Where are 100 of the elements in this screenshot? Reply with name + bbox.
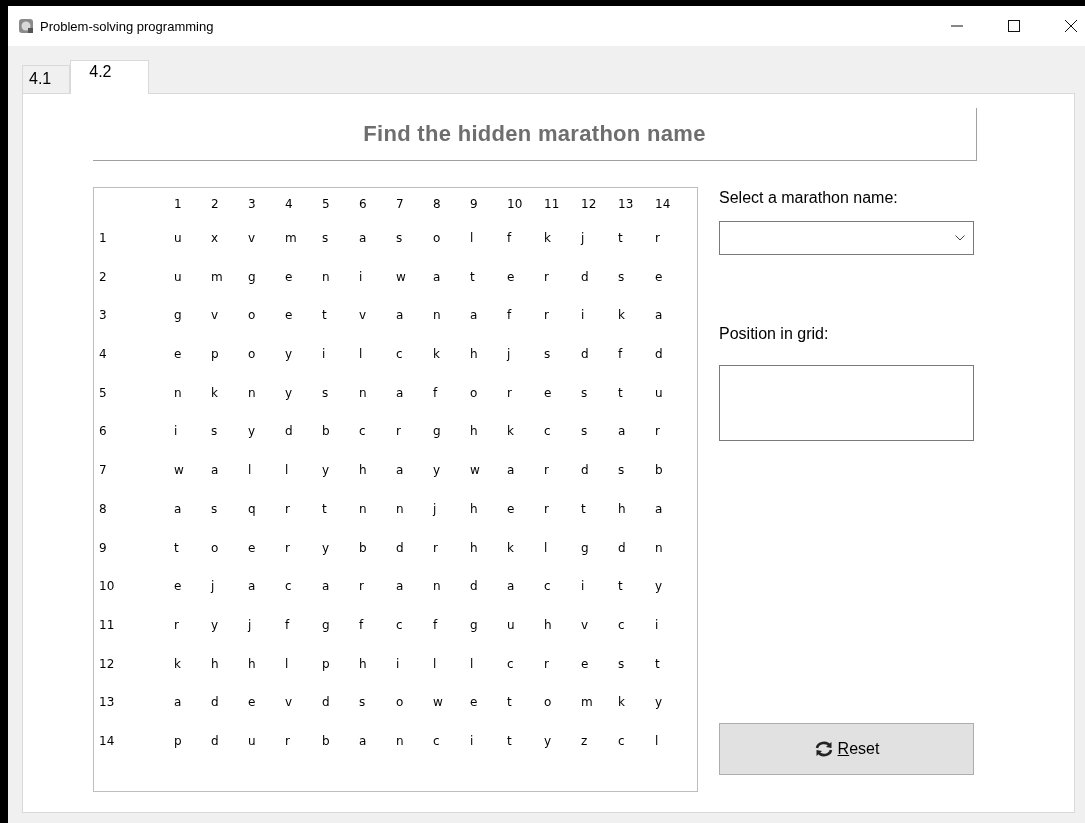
grid-letter: j	[248, 617, 253, 634]
app-icon	[18, 18, 34, 34]
grid-letter: e	[507, 269, 516, 286]
marathon-dropdown[interactable]	[719, 221, 974, 255]
grid-letter: p	[174, 733, 183, 750]
grid-letter: f	[618, 347, 624, 364]
grid-letter: a	[359, 733, 368, 750]
grid-letter: k	[544, 231, 552, 247]
grid-letter: j	[211, 579, 216, 596]
grid-letter: o	[396, 695, 405, 712]
grid-letter: i	[470, 733, 475, 750]
grid-letter: v	[359, 308, 368, 325]
grid-letter: c	[618, 617, 626, 634]
grid-letter: t	[507, 695, 513, 712]
grid-letter: j	[581, 231, 586, 247]
grid-letter: a	[470, 308, 479, 325]
grid-letter: w	[396, 269, 407, 286]
grid-letter: r	[396, 424, 402, 441]
grid-letter: g	[581, 540, 590, 557]
grid-letter: f	[433, 385, 439, 402]
grid-letter: k	[433, 347, 441, 364]
column-number: 7	[396, 197, 405, 213]
grid-letter: l	[359, 347, 364, 364]
grid-letter: l	[285, 463, 290, 480]
column-number: 12	[581, 197, 598, 213]
tab[interactable]: 4.2	[70, 60, 149, 94]
grid-letter: c	[396, 617, 404, 634]
grid-letter: c	[433, 733, 441, 750]
grid-letter: n	[655, 540, 664, 557]
grid-letter: c	[618, 733, 626, 750]
position-label: Position in grid:	[719, 325, 830, 343]
grid-letter: n	[174, 385, 183, 402]
grid-letter: a	[618, 424, 627, 441]
grid-letter: t	[618, 231, 624, 247]
row-number: 10	[99, 579, 116, 596]
grid-letter: s	[544, 347, 552, 364]
row-number: 8	[99, 501, 108, 518]
grid-letter: h	[470, 501, 479, 518]
row-number: 12	[99, 656, 116, 673]
grid-letter: a	[396, 308, 405, 325]
grid-letter: j	[507, 347, 512, 364]
grid-letter: a	[211, 463, 220, 480]
grid-letter: e	[581, 656, 590, 673]
column-number: 5	[322, 197, 331, 213]
reset-button[interactable]: Reset	[719, 723, 974, 775]
chevron-icon	[955, 235, 965, 241]
row-number: 1	[99, 231, 108, 247]
grid-letter: i	[581, 308, 586, 325]
grid-letter: t	[618, 385, 624, 402]
grid-letter: e	[248, 695, 257, 712]
grid-letter: n	[359, 501, 368, 518]
grid-letter: n	[433, 308, 442, 325]
grid-letter: r	[655, 231, 661, 247]
grid-letter: y	[322, 463, 331, 480]
grid-letter: o	[211, 540, 220, 557]
tab[interactable]: 4.1	[22, 65, 71, 93]
grid-letter: c	[544, 424, 552, 441]
grid-letter: w	[174, 463, 185, 480]
column-number: 6	[359, 197, 368, 213]
row-number: 11	[99, 617, 116, 634]
grid-letter: g	[174, 308, 183, 325]
grid-letter: r	[544, 656, 550, 673]
grid-letter: s	[211, 424, 219, 441]
grid-letter: i	[396, 656, 401, 673]
grid-letter: i	[655, 617, 660, 634]
grid-letter: h	[470, 540, 479, 557]
column-number: 3	[248, 197, 257, 213]
grid-letter: z	[581, 733, 589, 750]
grid-letter: n	[433, 579, 442, 596]
grid-letter: a	[433, 269, 442, 286]
grid-letter: a	[174, 501, 183, 518]
grid-letter: n	[396, 733, 405, 750]
grid-letter: t	[174, 540, 180, 557]
grid-letter: y	[655, 579, 664, 596]
grid-letter: y	[544, 733, 553, 750]
grid-letter: h	[211, 656, 220, 673]
grid-letter: r	[174, 617, 180, 634]
grid-letter: y	[655, 695, 664, 712]
grid-letter: c	[359, 424, 367, 441]
grid-letter: s	[396, 231, 404, 247]
grid-letter: t	[581, 501, 587, 518]
close-icon[interactable]	[1065, 20, 1077, 32]
grid-letter: e	[285, 269, 294, 286]
grid-letter: d	[581, 269, 590, 286]
grid-letter: o	[433, 231, 442, 247]
grid-letter: l	[655, 733, 660, 750]
grid-letter: k	[174, 656, 182, 673]
grid-letter: p	[211, 347, 220, 364]
grid-letter: n	[396, 501, 405, 518]
grid-letter: e	[285, 308, 294, 325]
position-field[interactable]	[719, 365, 974, 441]
grid-letter: k	[507, 424, 515, 441]
grid-letter: n	[248, 385, 257, 402]
grid-letter: a	[655, 308, 664, 325]
grid-letter: h	[248, 656, 257, 673]
grid-letter: i	[581, 579, 586, 596]
grid-letter: u	[174, 269, 183, 286]
maximize-icon[interactable]	[1008, 20, 1020, 32]
grid-letter: n	[322, 269, 331, 286]
grid-letter: o	[544, 695, 553, 712]
